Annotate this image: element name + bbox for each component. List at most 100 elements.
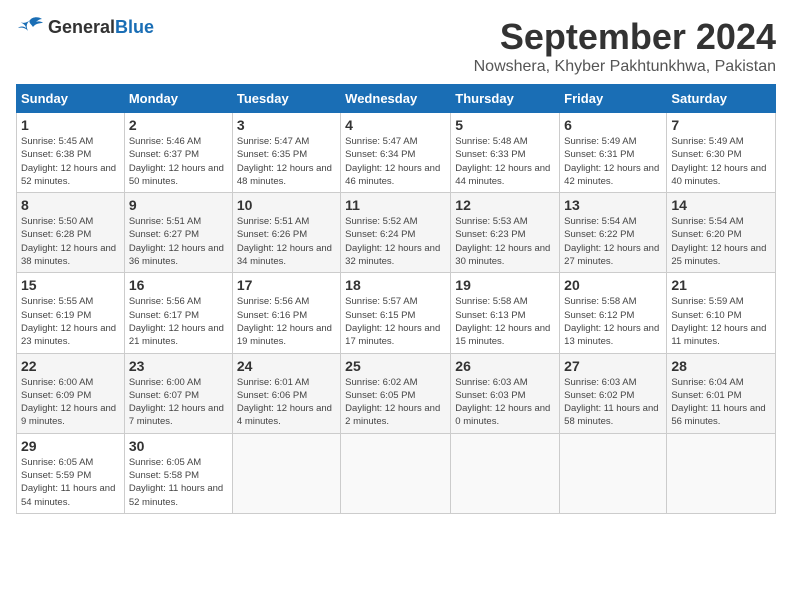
month-title: September 2024 xyxy=(474,16,776,58)
day-number: 8 xyxy=(21,197,120,213)
logo: GeneralBlue xyxy=(16,16,154,38)
day-detail: Sunrise: 5:56 AM Sunset: 6:16 PM Dayligh… xyxy=(237,295,336,348)
day-detail: Sunrise: 5:53 AM Sunset: 6:23 PM Dayligh… xyxy=(455,215,555,268)
day-number: 12 xyxy=(455,197,555,213)
col-wednesday: Wednesday xyxy=(341,85,451,113)
day-detail: Sunrise: 6:03 AM Sunset: 6:02 PM Dayligh… xyxy=(564,376,662,429)
title-block: September 2024 Nowshera, Khyber Pakhtunk… xyxy=(474,16,776,76)
col-sunday: Sunday xyxy=(17,85,125,113)
table-row: 17 Sunrise: 5:56 AM Sunset: 6:16 PM Dayli… xyxy=(232,273,340,353)
table-row: 14 Sunrise: 5:54 AM Sunset: 6:20 PM Dayli… xyxy=(667,193,776,273)
day-number: 22 xyxy=(21,358,120,374)
day-number: 13 xyxy=(564,197,662,213)
table-row: 24Sunrise: 6:01 AM Sunset: 6:06 PM Dayli… xyxy=(232,353,340,433)
table-row: 26 Sunrise: 6:03 AM Sunset: 6:03 PM Dayli… xyxy=(451,353,560,433)
day-number: 1 xyxy=(21,117,120,133)
table-row: 8 Sunrise: 5:50 AM Sunset: 6:28 PM Daylig… xyxy=(17,193,125,273)
day-detail: Sunrise: 6:00 AM Sunset: 6:09 PM Dayligh… xyxy=(21,376,120,429)
table-row: 4Sunrise: 5:47 AM Sunset: 6:34 PM Daylig… xyxy=(341,113,451,193)
day-number: 30 xyxy=(129,438,228,454)
day-detail: Sunrise: 5:57 AM Sunset: 6:15 PM Dayligh… xyxy=(345,295,446,348)
day-number: 7 xyxy=(671,117,771,133)
day-detail: Sunrise: 5:59 AM Sunset: 6:10 PM Dayligh… xyxy=(671,295,771,348)
header-row: Sunday Monday Tuesday Wednesday Thursday… xyxy=(17,85,776,113)
day-detail: Sunrise: 5:47 AM Sunset: 6:35 PM Dayligh… xyxy=(237,135,336,188)
table-row: 7 Sunrise: 5:49 AM Sunset: 6:30 PM Daylig… xyxy=(667,113,776,193)
table-row: 23Sunrise: 6:00 AM Sunset: 6:07 PM Dayli… xyxy=(124,353,232,433)
calendar-week-2: 15 Sunrise: 5:55 AM Sunset: 6:19 PM Dayli… xyxy=(17,273,776,353)
table-row: 12 Sunrise: 5:53 AM Sunset: 6:23 PM Dayli… xyxy=(451,193,560,273)
day-detail: Sunrise: 5:54 AM Sunset: 6:20 PM Dayligh… xyxy=(671,215,771,268)
day-detail: Sunrise: 5:52 AM Sunset: 6:24 PM Dayligh… xyxy=(345,215,446,268)
day-detail: Sunrise: 5:51 AM Sunset: 6:27 PM Dayligh… xyxy=(129,215,228,268)
table-row: 2Sunrise: 5:46 AM Sunset: 6:37 PM Daylig… xyxy=(124,113,232,193)
location-title: Nowshera, Khyber Pakhtunkhwa, Pakistan xyxy=(474,58,776,76)
day-detail: Sunrise: 5:45 AM Sunset: 6:38 PM Dayligh… xyxy=(21,135,120,188)
table-row: 11Sunrise: 5:52 AM Sunset: 6:24 PM Dayli… xyxy=(341,193,451,273)
day-detail: Sunrise: 5:58 AM Sunset: 6:13 PM Dayligh… xyxy=(455,295,555,348)
table-row xyxy=(232,433,340,513)
table-row: 6Sunrise: 5:49 AM Sunset: 6:31 PM Daylig… xyxy=(560,113,667,193)
calendar-table: Sunday Monday Tuesday Wednesday Thursday… xyxy=(16,84,776,514)
table-row: 5 Sunrise: 5:48 AM Sunset: 6:33 PM Daylig… xyxy=(451,113,560,193)
table-row: 1 Sunrise: 5:45 AM Sunset: 6:38 PM Daylig… xyxy=(17,113,125,193)
day-detail: Sunrise: 5:48 AM Sunset: 6:33 PM Dayligh… xyxy=(455,135,555,188)
calendar-week-4: 29Sunrise: 6:05 AM Sunset: 5:59 PM Dayli… xyxy=(17,433,776,513)
table-row xyxy=(341,433,451,513)
table-row: 20 Sunrise: 5:58 AM Sunset: 6:12 PM Dayli… xyxy=(560,273,667,353)
day-number: 6 xyxy=(564,117,662,133)
day-number: 27 xyxy=(564,358,662,374)
day-detail: Sunrise: 5:54 AM Sunset: 6:22 PM Dayligh… xyxy=(564,215,662,268)
table-row: 27 Sunrise: 6:03 AM Sunset: 6:02 PM Dayli… xyxy=(560,353,667,433)
table-row: 19Sunrise: 5:58 AM Sunset: 6:13 PM Dayli… xyxy=(451,273,560,353)
table-row: 29Sunrise: 6:05 AM Sunset: 5:59 PM Dayli… xyxy=(17,433,125,513)
col-saturday: Saturday xyxy=(667,85,776,113)
col-tuesday: Tuesday xyxy=(232,85,340,113)
table-row: 13 Sunrise: 5:54 AM Sunset: 6:22 PM Dayli… xyxy=(560,193,667,273)
table-row: 22 Sunrise: 6:00 AM Sunset: 6:09 PM Dayli… xyxy=(17,353,125,433)
table-row: 15 Sunrise: 5:55 AM Sunset: 6:19 PM Dayli… xyxy=(17,273,125,353)
day-number: 15 xyxy=(21,277,120,293)
day-number: 10 xyxy=(237,197,336,213)
day-detail: Sunrise: 5:58 AM Sunset: 6:12 PM Dayligh… xyxy=(564,295,662,348)
day-number: 17 xyxy=(237,277,336,293)
day-detail: Sunrise: 5:51 AM Sunset: 6:26 PM Dayligh… xyxy=(237,215,336,268)
day-number: 20 xyxy=(564,277,662,293)
col-friday: Friday xyxy=(560,85,667,113)
day-number: 29 xyxy=(21,438,120,454)
day-number: 23 xyxy=(129,358,228,374)
day-number: 16 xyxy=(129,277,228,293)
logo-general: General xyxy=(48,17,115,37)
day-detail: Sunrise: 5:46 AM Sunset: 6:37 PM Dayligh… xyxy=(129,135,228,188)
day-number: 14 xyxy=(671,197,771,213)
day-detail: Sunrise: 5:50 AM Sunset: 6:28 PM Dayligh… xyxy=(21,215,120,268)
day-number: 18 xyxy=(345,277,446,293)
day-detail: Sunrise: 6:03 AM Sunset: 6:03 PM Dayligh… xyxy=(455,376,555,429)
day-detail: Sunrise: 6:02 AM Sunset: 6:05 PM Dayligh… xyxy=(345,376,446,429)
table-row: 25 Sunrise: 6:02 AM Sunset: 6:05 PM Dayli… xyxy=(341,353,451,433)
table-row: 16 Sunrise: 5:56 AM Sunset: 6:17 PM Dayli… xyxy=(124,273,232,353)
calendar-week-0: 1 Sunrise: 5:45 AM Sunset: 6:38 PM Daylig… xyxy=(17,113,776,193)
table-row: 3 Sunrise: 5:47 AM Sunset: 6:35 PM Daylig… xyxy=(232,113,340,193)
day-detail: Sunrise: 5:56 AM Sunset: 6:17 PM Dayligh… xyxy=(129,295,228,348)
col-monday: Monday xyxy=(124,85,232,113)
day-detail: Sunrise: 5:49 AM Sunset: 6:30 PM Dayligh… xyxy=(671,135,771,188)
day-number: 21 xyxy=(671,277,771,293)
day-number: 24 xyxy=(237,358,336,374)
day-number: 26 xyxy=(455,358,555,374)
logo-blue: Blue xyxy=(115,17,154,37)
day-number: 5 xyxy=(455,117,555,133)
calendar-week-3: 22 Sunrise: 6:00 AM Sunset: 6:09 PM Dayli… xyxy=(17,353,776,433)
day-number: 3 xyxy=(237,117,336,133)
day-number: 9 xyxy=(129,197,228,213)
table-row xyxy=(560,433,667,513)
day-detail: Sunrise: 5:55 AM Sunset: 6:19 PM Dayligh… xyxy=(21,295,120,348)
table-row: 10 Sunrise: 5:51 AM Sunset: 6:26 PM Dayli… xyxy=(232,193,340,273)
table-row xyxy=(451,433,560,513)
col-thursday: Thursday xyxy=(451,85,560,113)
calendar-week-1: 8 Sunrise: 5:50 AM Sunset: 6:28 PM Daylig… xyxy=(17,193,776,273)
logo-text: GeneralBlue xyxy=(48,17,154,38)
day-number: 25 xyxy=(345,358,446,374)
logo-bird-icon xyxy=(16,16,44,38)
table-row: 21 Sunrise: 5:59 AM Sunset: 6:10 PM Dayli… xyxy=(667,273,776,353)
